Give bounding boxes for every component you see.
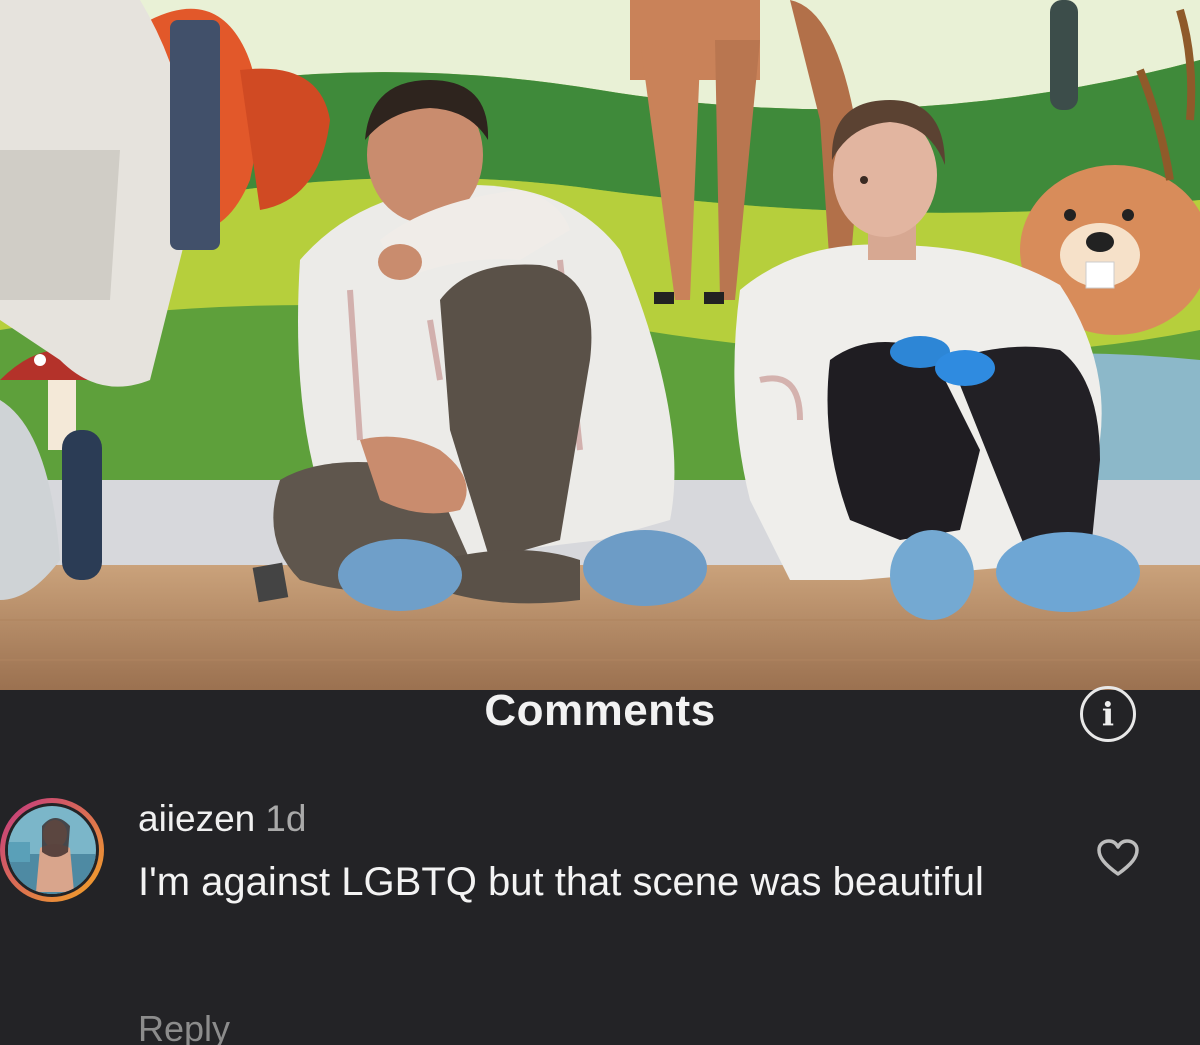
panel-title: Comments xyxy=(484,686,716,735)
photo-illustration xyxy=(0,0,1200,690)
info-icon[interactable]: i xyxy=(1080,686,1136,742)
heart-icon[interactable] xyxy=(1096,838,1140,878)
comment-username[interactable]: aiiezen xyxy=(138,798,255,839)
post-photo xyxy=(0,0,1200,690)
comment-header: aiiezen 1d xyxy=(138,798,306,840)
info-glyph: i xyxy=(1101,695,1115,733)
reply-button[interactable]: Reply xyxy=(138,1008,230,1045)
comment-text: I'm against LGBTQ but that scene was bea… xyxy=(138,860,984,904)
user-avatar[interactable] xyxy=(0,792,110,908)
comment-timestamp: 1d xyxy=(265,798,307,839)
comments-panel: Comments i aiiezen 1d I'm against LGBTQ … xyxy=(0,686,1200,1045)
screenshot: Comments i aiiezen 1d I'm against LGBTQ … xyxy=(0,0,1200,1045)
